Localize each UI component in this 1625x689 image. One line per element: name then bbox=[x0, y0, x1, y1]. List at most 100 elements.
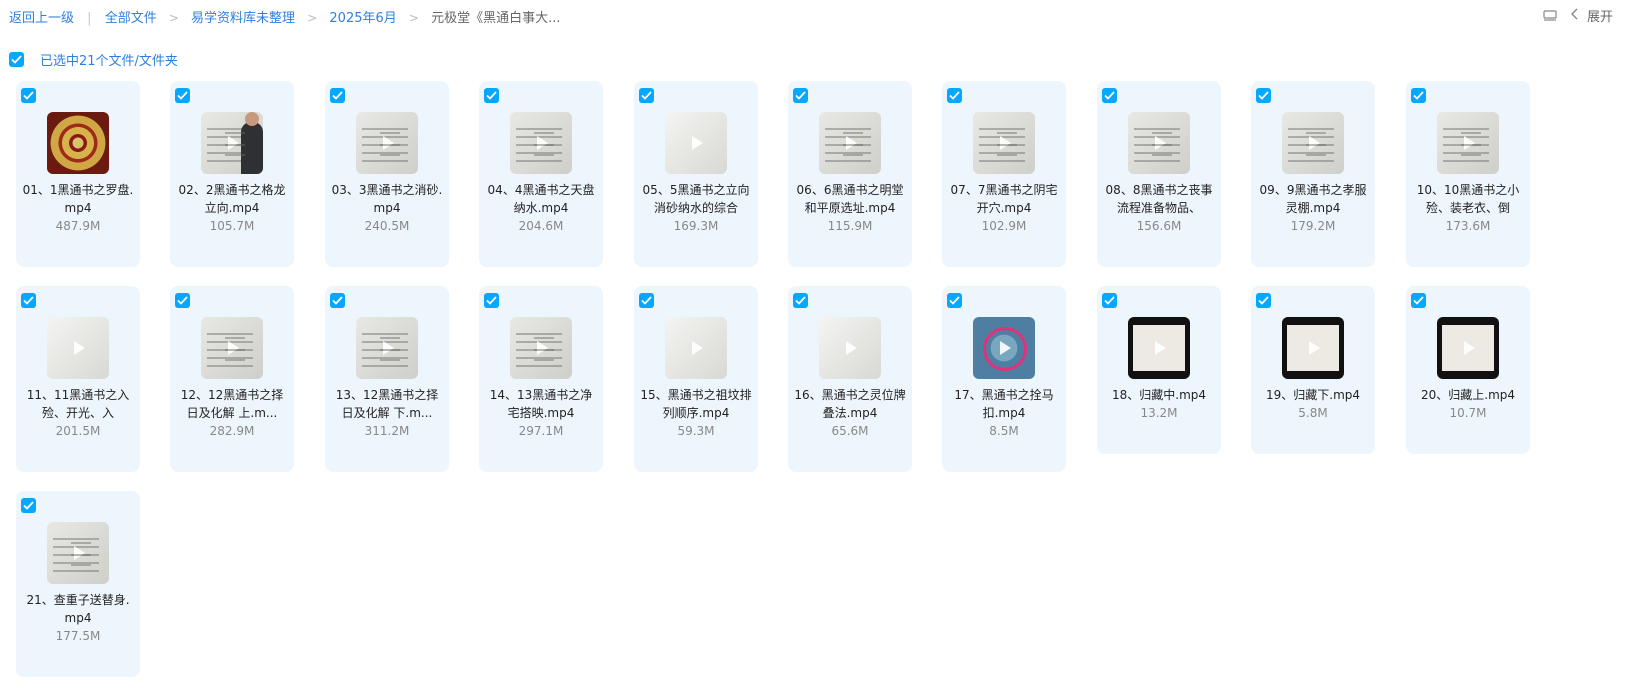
file-name: 14、13黑通书之净宅搭映.mp4 bbox=[489, 388, 593, 420]
top-right-tools: 展开 bbox=[1543, 6, 1613, 25]
file-checkbox[interactable] bbox=[639, 88, 654, 103]
file-checkbox[interactable] bbox=[1411, 293, 1426, 308]
expand-label: 展开 bbox=[1586, 10, 1613, 25]
list-view-icon[interactable] bbox=[1543, 9, 1557, 23]
file-name: 16、黑通书之灵位牌叠法.mp4 bbox=[794, 388, 906, 420]
play-icon bbox=[687, 134, 705, 152]
file-checkbox[interactable] bbox=[330, 88, 345, 103]
file-checkbox[interactable] bbox=[21, 293, 36, 308]
video-thumbnail[interactable] bbox=[973, 112, 1035, 174]
file-checkbox[interactable] bbox=[484, 88, 499, 103]
breadcrumb-item-month[interactable]: 2025年6月 bbox=[329, 11, 396, 26]
breadcrumb-item-library[interactable]: 易学资料库未整理 bbox=[191, 11, 295, 26]
thumbnail-person bbox=[241, 112, 263, 174]
back-link[interactable]: 返回上一级 bbox=[9, 11, 74, 26]
file-card[interactable]: 04、4黑通书之天盘纳水.mp4 204.6M bbox=[479, 81, 603, 267]
video-thumbnail[interactable] bbox=[819, 317, 881, 379]
file-card[interactable]: 06、6黑通书之明堂和平原选址.mp4 115.9M bbox=[788, 81, 912, 267]
file-name: 06、6黑通书之明堂和平原选址.mp4 bbox=[796, 183, 904, 215]
file-card[interactable]: 15、黑通书之祖坟排列顺序.mp4 59.3M bbox=[634, 286, 758, 472]
play-icon bbox=[1150, 339, 1168, 357]
file-size: 10.7M bbox=[1449, 406, 1487, 420]
file-checkbox[interactable] bbox=[793, 293, 808, 308]
video-thumbnail[interactable] bbox=[510, 112, 572, 174]
video-thumbnail[interactable] bbox=[47, 317, 109, 379]
file-card[interactable]: 08、8黑通书之丧事流程准备物品、 156.6M bbox=[1097, 81, 1221, 267]
file-checkbox[interactable] bbox=[639, 293, 654, 308]
file-card[interactable]: 20、归藏上.mp4 10.7M bbox=[1406, 286, 1530, 454]
file-card[interactable]: 14、13黑通书之净宅搭映.mp4 297.1M bbox=[479, 286, 603, 472]
video-thumbnail[interactable] bbox=[973, 317, 1035, 379]
video-thumbnail[interactable] bbox=[1282, 112, 1344, 174]
video-thumbnail[interactable] bbox=[201, 112, 263, 174]
video-thumbnail[interactable] bbox=[356, 112, 418, 174]
file-checkbox[interactable] bbox=[175, 88, 190, 103]
file-checkbox[interactable] bbox=[1256, 293, 1271, 308]
video-thumbnail[interactable] bbox=[356, 317, 418, 379]
file-name: 21、查重子送替身.mp4 bbox=[26, 593, 130, 625]
file-card[interactable]: 17、黑通书之拴马扣.mp4 8.5M bbox=[942, 286, 1066, 472]
file-checkbox[interactable] bbox=[21, 88, 36, 103]
file-checkbox[interactable] bbox=[947, 88, 962, 103]
selection-bar: 已选中21个文件/文件夹 bbox=[9, 50, 178, 69]
file-checkbox[interactable] bbox=[1411, 88, 1426, 103]
video-thumbnail[interactable] bbox=[1437, 317, 1499, 379]
file-card[interactable]: 07、7黑通书之阴宅开穴.mp4 102.9M bbox=[942, 81, 1066, 267]
video-thumbnail[interactable] bbox=[1282, 317, 1344, 379]
file-checkbox[interactable] bbox=[1102, 293, 1117, 308]
file-card[interactable]: 16、黑通书之灵位牌叠法.mp4 65.6M bbox=[788, 286, 912, 472]
file-checkbox[interactable] bbox=[175, 293, 190, 308]
video-thumbnail[interactable] bbox=[201, 317, 263, 379]
video-thumbnail[interactable] bbox=[819, 112, 881, 174]
file-checkbox[interactable] bbox=[793, 88, 808, 103]
expand-button[interactable]: 展开 bbox=[1570, 6, 1613, 25]
play-icon bbox=[841, 134, 859, 152]
file-size: 8.5M bbox=[989, 424, 1019, 438]
file-size: 282.9M bbox=[209, 424, 255, 438]
video-thumbnail[interactable] bbox=[47, 522, 109, 584]
chevron-right-icon: > bbox=[408, 11, 419, 25]
file-name: 11、11黑通书之入殓、开光、入 bbox=[26, 388, 130, 420]
file-card[interactable]: 19、归藏下.mp4 5.8M bbox=[1251, 286, 1375, 454]
file-card[interactable]: 21、查重子送替身.mp4 177.5M bbox=[16, 491, 140, 677]
chevron-right-icon: > bbox=[168, 11, 179, 25]
video-thumbnail[interactable] bbox=[1128, 317, 1190, 379]
file-card[interactable]: 11、11黑通书之入殓、开光、入 201.5M bbox=[16, 286, 140, 472]
file-card[interactable]: 02、2黑通书之格龙立向.mp4 105.7M bbox=[170, 81, 294, 267]
video-thumbnail[interactable] bbox=[665, 317, 727, 379]
breadcrumb-current: 元极堂《黑通白事大... bbox=[431, 11, 561, 26]
file-card[interactable]: 12、12黑通书之择日及化解 上.m... 282.9M bbox=[170, 286, 294, 472]
video-thumbnail[interactable] bbox=[47, 112, 109, 174]
video-thumbnail[interactable] bbox=[665, 112, 727, 174]
file-checkbox[interactable] bbox=[330, 293, 345, 308]
video-thumbnail[interactable] bbox=[1128, 112, 1190, 174]
file-name: 09、9黑通书之孝服灵棚.mp4 bbox=[1259, 183, 1367, 215]
file-size: 487.9M bbox=[55, 219, 101, 233]
file-card[interactable]: 03、3黑通书之消砂.mp4 240.5M bbox=[325, 81, 449, 267]
file-card[interactable]: 10、10黑通书之小殓、装老衣、倒 173.6M bbox=[1406, 81, 1530, 267]
file-size: 311.2M bbox=[364, 424, 410, 438]
file-checkbox[interactable] bbox=[1256, 88, 1271, 103]
file-card[interactable]: 01、1黑通书之罗盘.mp4 487.9M bbox=[16, 81, 140, 267]
selection-count: 已选中21个文件/文件夹 bbox=[40, 54, 178, 69]
file-card[interactable]: 05、5黑通书之立向消砂纳水的综合 169.3M bbox=[634, 81, 758, 267]
file-checkbox[interactable] bbox=[947, 293, 962, 308]
play-icon bbox=[532, 339, 550, 357]
top-bar: 返回上一级 | 全部文件 > 易学资料库未整理 > 2025年6月 > 元极堂《… bbox=[0, 0, 1625, 32]
breadcrumb-item-all-files[interactable]: 全部文件 bbox=[105, 11, 157, 26]
video-thumbnail[interactable] bbox=[510, 317, 572, 379]
file-card[interactable]: 18、归藏中.mp4 13.2M bbox=[1097, 286, 1221, 454]
file-size: 105.7M bbox=[209, 219, 255, 233]
play-icon bbox=[1150, 134, 1168, 152]
file-size: 204.6M bbox=[518, 219, 564, 233]
file-card[interactable]: 09、9黑通书之孝服灵棚.mp4 179.2M bbox=[1251, 81, 1375, 267]
file-checkbox[interactable] bbox=[484, 293, 499, 308]
file-checkbox[interactable] bbox=[1102, 88, 1117, 103]
play-icon bbox=[532, 134, 550, 152]
video-thumbnail[interactable] bbox=[1437, 112, 1499, 174]
play-icon bbox=[841, 339, 859, 357]
file-checkbox[interactable] bbox=[21, 498, 36, 513]
select-all-checkbox[interactable] bbox=[9, 52, 24, 67]
file-size: 102.9M bbox=[981, 219, 1027, 233]
file-card[interactable]: 13、12黑通书之择日及化解 下.m... 311.2M bbox=[325, 286, 449, 472]
